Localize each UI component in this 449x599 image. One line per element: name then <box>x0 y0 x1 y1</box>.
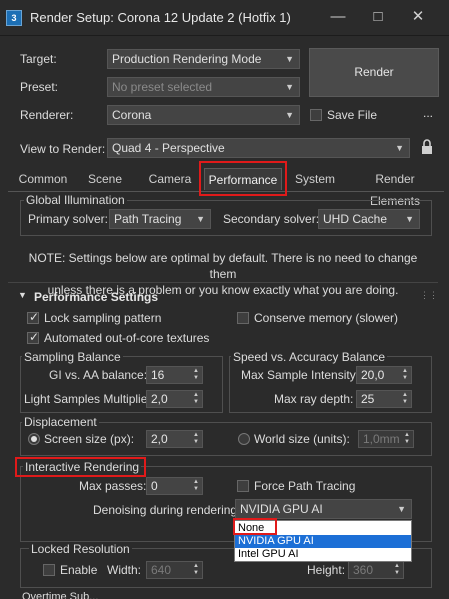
spinner-arrows-icon[interactable]: ▲ ▼ <box>193 432 199 446</box>
locked-resolution-title: Locked Resolution <box>29 542 132 556</box>
grip-icon: ⋮⋮ <box>420 290 438 300</box>
divider <box>8 282 438 283</box>
chevron-down-icon: ▼ <box>196 214 205 224</box>
max-sample-intensity-spinner[interactable]: 20,0 ▲ ▼ <box>356 366 412 384</box>
screen-size-spinner[interactable]: 2,0 ▲ ▼ <box>146 430 203 448</box>
primary-solver-dropdown[interactable]: Path Tracing ▼ <box>109 209 211 229</box>
conserve-memory-label: Conserve memory (slower) <box>254 311 399 325</box>
max-sample-intensity-label: Max Sample Intensity: <box>241 368 360 382</box>
out-of-core-label: Automated out-of-core textures <box>44 331 210 345</box>
gi-aa-balance-spinner[interactable]: 16 ▲ ▼ <box>146 366 203 384</box>
width-label: Width: <box>107 563 142 577</box>
preset-dropdown[interactable]: No preset selected ▼ <box>107 77 300 97</box>
max-passes-spinner[interactable]: 0 ▲ ▼ <box>146 477 203 495</box>
tab-scene[interactable]: Scene <box>80 168 130 190</box>
force-path-tracing-checkbox[interactable] <box>237 480 249 492</box>
tab-common[interactable]: Common <box>14 168 72 190</box>
preset-label: Preset: <box>20 80 59 94</box>
save-file-checkbox[interactable] <box>310 109 322 121</box>
view-to-render-label: View to Render: <box>20 142 106 156</box>
chevron-down-icon: ▼ <box>405 214 414 224</box>
spinner-arrows-icon[interactable]: ▲ ▼ <box>402 368 408 382</box>
gi-aa-balance-label: GI vs. AA balance: <box>49 368 148 382</box>
world-size-spinner[interactable]: 1,0mm ▲ ▼ <box>358 430 414 448</box>
screen-size-label: Screen size (px): <box>44 432 135 446</box>
enable-locked-resolution-checkbox[interactable] <box>43 564 55 576</box>
denoising-label: Denoising during rendering: <box>93 503 241 517</box>
spinner-arrows-icon[interactable]: ▲ ▼ <box>193 368 199 382</box>
chevron-down-icon: ▼ <box>285 110 294 120</box>
bottom-partial-title: Overtime Sub... <box>22 591 99 599</box>
chevron-down-icon: ▼ <box>397 504 406 514</box>
highlight-interactive-rendering <box>15 457 146 477</box>
light-samples-label: Light Samples Multiplier: <box>24 392 155 406</box>
enable-label: Enable <box>60 563 98 577</box>
force-path-tracing-label: Force Path Tracing <box>254 479 356 493</box>
out-of-core-checkbox[interactable] <box>27 330 39 344</box>
spinner-arrows-icon[interactable]: ▲ ▼ <box>404 432 410 446</box>
more-button[interactable]: ... <box>423 106 433 120</box>
denoising-option-intel[interactable]: Intel GPU AI <box>235 548 411 561</box>
denoising-dropdown[interactable]: NVIDIA GPU AI ▼ <box>235 499 412 519</box>
height-label: Height: <box>307 563 346 577</box>
global-illumination-title: Global Illumination <box>24 193 127 207</box>
light-samples-spinner[interactable]: 2,0 ▲ ▼ <box>146 390 203 408</box>
app-icon: 3 <box>6 10 22 26</box>
lock-icon[interactable] <box>421 139 433 155</box>
chevron-down-icon: ▼ <box>285 54 294 64</box>
conserve-memory-checkbox[interactable] <box>237 312 249 324</box>
highlight-performance-tab <box>199 161 287 196</box>
spinner-arrows-icon[interactable]: ▲ ▼ <box>193 479 199 493</box>
target-label: Target: <box>20 52 57 66</box>
close-icon[interactable]: ✕ <box>403 6 433 28</box>
max-ray-depth-label: Max ray depth: <box>274 392 354 406</box>
performance-settings-title[interactable]: Performance Settings <box>34 290 158 304</box>
max-ray-depth-spinner[interactable]: 25 ▲ ▼ <box>356 390 412 408</box>
displacement-title: Displacement <box>22 415 99 429</box>
sampling-balance-title: Sampling Balance <box>22 350 123 364</box>
target-dropdown[interactable]: Production Rendering Mode ▼ <box>107 49 300 69</box>
minimize-icon[interactable]: — <box>323 6 353 28</box>
renderer-label: Renderer: <box>20 108 74 122</box>
spinner-arrows-icon[interactable]: ▲ ▼ <box>193 392 199 406</box>
speed-accuracy-title: Speed vs. Accuracy Balance <box>231 350 388 364</box>
chevron-down-icon: ▼ <box>395 143 404 153</box>
lock-sampling-checkbox[interactable] <box>27 310 39 324</box>
world-size-radio[interactable] <box>238 433 250 445</box>
renderer-dropdown[interactable]: Corona ▼ <box>107 105 300 125</box>
spinner-arrows-icon[interactable]: ▲ ▼ <box>193 563 199 577</box>
secondary-solver-dropdown[interactable]: UHD Cache ▼ <box>318 209 420 229</box>
chevron-down-icon: ▼ <box>285 82 294 92</box>
lock-sampling-label: Lock sampling pattern <box>44 311 162 325</box>
save-file-label: Save File <box>327 108 378 122</box>
width-spinner[interactable]: 640 ▲ ▼ <box>146 561 203 579</box>
max-passes-label: Max passes: <box>79 479 147 493</box>
tab-camera[interactable]: Camera <box>140 168 200 190</box>
denoising-option-nvidia[interactable]: NVIDIA GPU AI <box>235 535 411 548</box>
world-size-label: World size (units): <box>254 432 350 446</box>
height-spinner[interactable]: 360 ▲ ▼ <box>348 561 404 579</box>
tab-render-elements[interactable]: Render Elements <box>350 168 440 208</box>
primary-solver-label: Primary solver: <box>28 212 109 226</box>
view-to-render-dropdown[interactable]: Quad 4 - Perspective ▼ <box>107 138 410 158</box>
window-title: Render Setup: Corona 12 Update 2 (Hotfix… <box>30 10 291 25</box>
note-line-1: NOTE: Settings below are optimal by defa… <box>28 251 418 281</box>
highlight-none-option <box>233 518 277 535</box>
maximize-icon[interactable]: □ <box>363 6 393 28</box>
spinner-arrows-icon[interactable]: ▲ ▼ <box>402 392 408 406</box>
spinner-arrows-icon[interactable]: ▲ ▼ <box>394 563 400 577</box>
tab-system[interactable]: System <box>290 168 340 190</box>
collapse-triangle-icon[interactable]: ▼ <box>18 290 27 300</box>
secondary-solver-label: Secondary solver: <box>223 212 320 226</box>
render-button[interactable]: Render <box>309 48 439 97</box>
screen-size-radio[interactable] <box>28 433 40 445</box>
